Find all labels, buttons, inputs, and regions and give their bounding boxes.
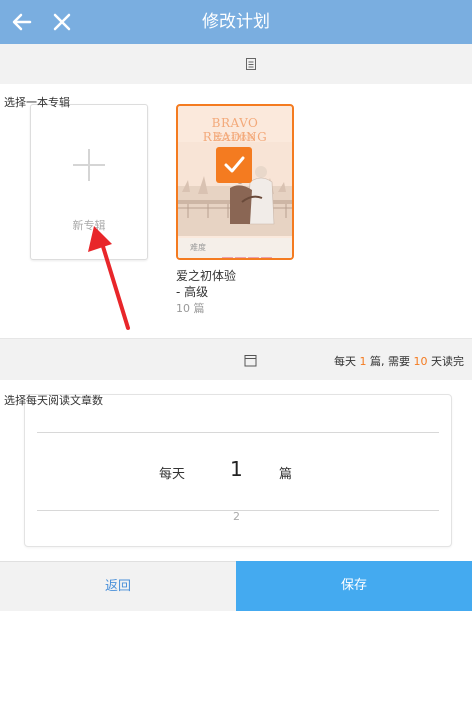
difficulty-row: 难度 [178, 238, 292, 258]
app-header: 修改计划 [0, 0, 472, 44]
plus-icon [73, 149, 105, 181]
summary-days: 10 [413, 355, 428, 368]
picker-unit-label: 篇 [279, 467, 293, 482]
difficulty-label: 难度 [190, 243, 206, 252]
book-article-count: 10 篇 [176, 302, 205, 315]
picker-section-label: 选择每天阅读文章数 [4, 394, 103, 407]
red-arrow-annotation [88, 226, 130, 330]
picker-per-label: 每天 [159, 467, 186, 482]
plan-summary: 每天 1 篇, 需要 10 天读完 [334, 353, 464, 369]
summary-prefix: 每天 [334, 355, 360, 368]
summary-per-day: 1 [359, 355, 367, 368]
picker-divider-top [37, 432, 439, 433]
book-level: - 高级 [176, 285, 209, 299]
selected-check-badge [216, 147, 252, 183]
difficulty-segment [235, 257, 246, 258]
album-section-bar [0, 44, 472, 84]
save-button[interactable]: 保存 [236, 561, 472, 611]
summary-suffix: 天读完 [427, 355, 464, 368]
articles-per-day-picker[interactable]: 每天 1 篇 2 [24, 394, 452, 547]
book-title: 爱之初体验 [176, 269, 237, 283]
page-title: 修改计划 [202, 12, 270, 32]
back-button[interactable]: 返回 [0, 561, 236, 611]
calendar-icon [244, 355, 257, 367]
summary-mid: 篇, 需要 [366, 355, 414, 368]
plan-summary-bar: 每天 1 篇, 需要 10 天读完 [0, 338, 472, 380]
picker-selected-value[interactable]: 1 [230, 457, 243, 481]
checkmark-icon [224, 156, 245, 173]
picker-next-value[interactable]: 2 [233, 510, 240, 523]
album-section: 新专辑 选择一本专辑 BRAVO READING 爱之初体验 难度 爱之初体验 … [0, 84, 472, 338]
picker-section: 每天 1 篇 2 选择每天阅读文章数 [0, 380, 472, 561]
difficulty-segment [222, 257, 233, 258]
document-icon [246, 58, 256, 70]
difficulty-segment [261, 257, 272, 258]
difficulty-segment [248, 257, 259, 258]
difficulty-meter [222, 246, 282, 258]
album-section-label: 选择一本专辑 [4, 96, 70, 109]
